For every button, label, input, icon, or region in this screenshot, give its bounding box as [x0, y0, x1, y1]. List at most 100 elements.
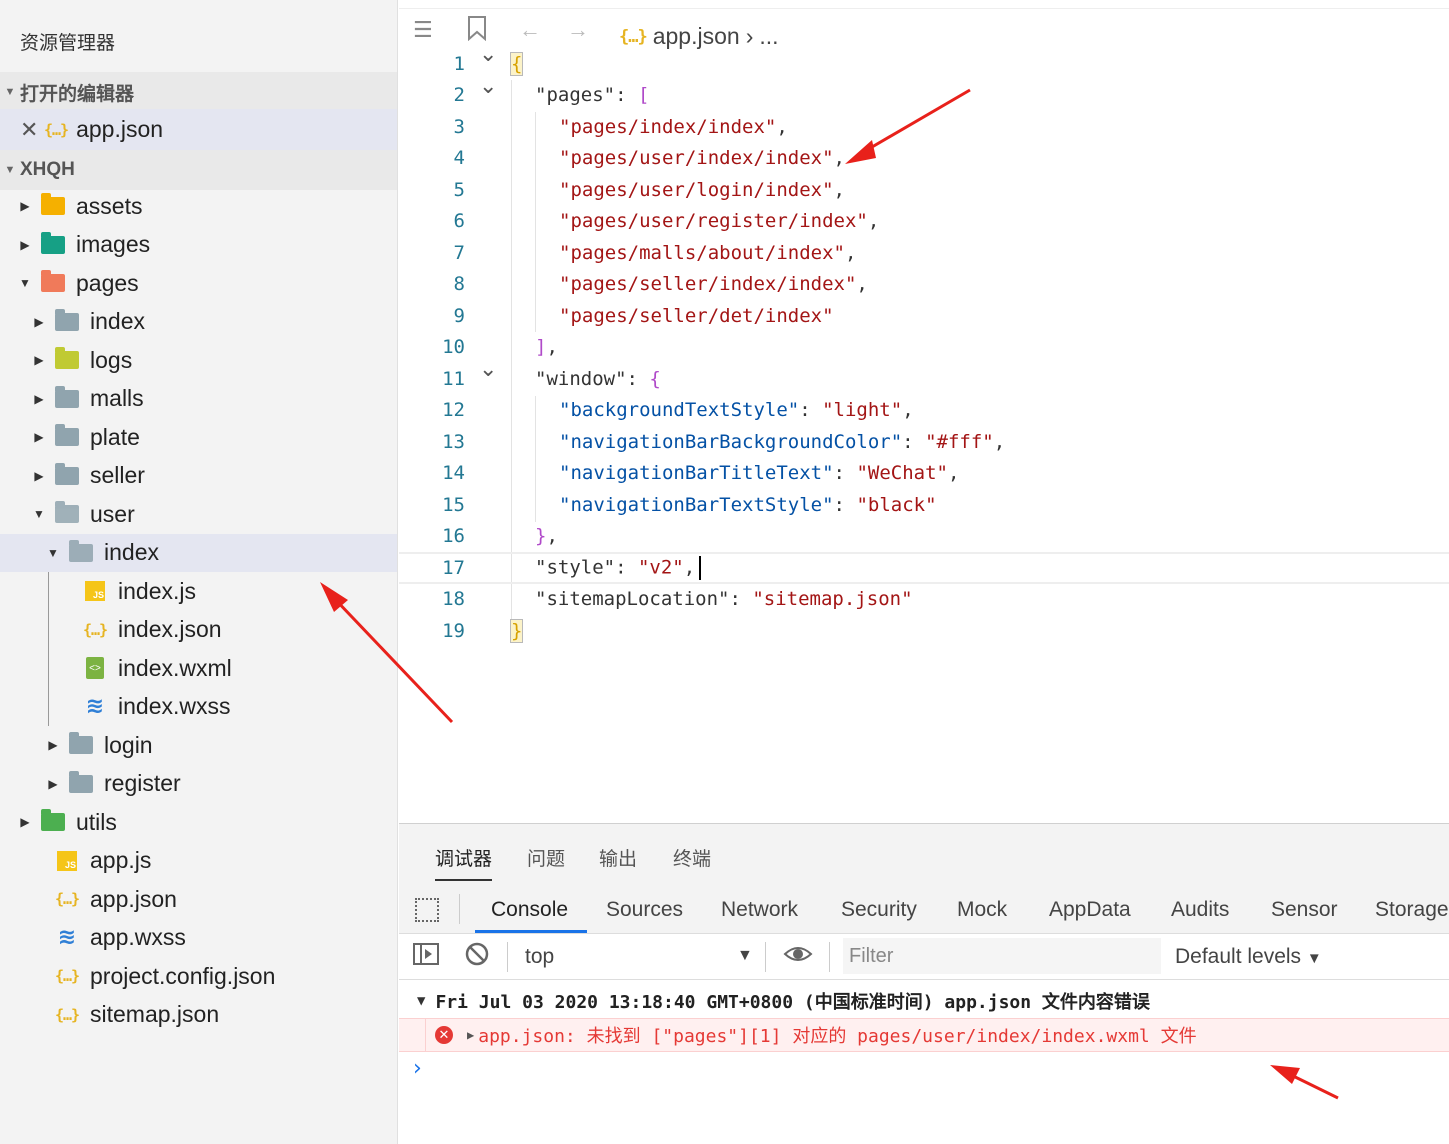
window-prop-value: "light": [822, 399, 903, 422]
tree-item-label: app.js: [90, 847, 152, 873]
file-item[interactable]: ≋ index.wxss: [0, 688, 397, 726]
tab-problems[interactable]: 问题: [527, 844, 565, 871]
caret-down-icon[interactable]: ▼: [18, 276, 32, 290]
caret-right-icon[interactable]: ▶: [18, 815, 32, 829]
tab-network[interactable]: Network: [721, 898, 798, 922]
caret-right-icon[interactable]: ▶: [32, 315, 46, 329]
style-key: "style": [535, 556, 616, 579]
caret-down-icon[interactable]: ▼: [46, 546, 60, 560]
back-arrow-icon[interactable]: ←: [519, 17, 541, 43]
tab-security[interactable]: Security: [841, 898, 917, 922]
file-item[interactable]: {…} project.config.json: [0, 957, 397, 995]
window-prop-value: "black": [856, 493, 937, 516]
caret-down-icon[interactable]: ▼: [417, 993, 425, 1009]
context-select[interactable]: top: [525, 945, 554, 969]
tab-audits[interactable]: Audits: [1171, 898, 1229, 922]
clear-console-icon[interactable]: [465, 942, 489, 972]
caret-right-icon[interactable]: ▶: [18, 199, 32, 213]
caret-right-icon[interactable]: ▶: [46, 777, 60, 791]
folder-icon: [68, 770, 94, 795]
close-brace: }: [509, 618, 524, 643]
tab-terminal[interactable]: 终端: [673, 844, 711, 871]
open-editor-item[interactable]: ✕ {…} app.json: [0, 109, 397, 150]
project-section[interactable]: ▼ XHQH: [0, 150, 397, 190]
file-item[interactable]: {…} index.json: [0, 611, 397, 649]
breadcrumb[interactable]: {…} app.json › ...: [619, 23, 779, 50]
error-icon: ✕: [435, 1026, 453, 1044]
caret-right-icon[interactable]: ▶: [32, 353, 46, 367]
editor-toolbar: ☰ ← → {…} app.json › ...: [399, 8, 1449, 52]
folder-item[interactable]: ▼ user: [0, 495, 397, 533]
folder-item[interactable]: ▶ register: [0, 765, 397, 803]
folder-item[interactable]: ▶ plate: [0, 418, 397, 456]
console-group-message[interactable]: ▼ Fri Jul 03 2020 13:18:40 GMT+0800 (中国标…: [399, 984, 1449, 1018]
tab-sources[interactable]: Sources: [606, 898, 683, 922]
levels-select[interactable]: Default levels ▼: [1175, 945, 1322, 969]
folder-item[interactable]: ▶ images: [0, 226, 397, 264]
tab-debugger[interactable]: 调试器: [435, 844, 493, 881]
file-item[interactable]: JS index.js: [0, 572, 397, 610]
caret-right-icon[interactable]: ▶: [467, 1028, 474, 1042]
devtools-tabs: Console Sources Network Security Mock Ap…: [399, 884, 1449, 934]
page-path: "pages/malls/about/index": [559, 241, 845, 264]
breadcrumb-more[interactable]: ...: [759, 23, 778, 50]
folder-icon: [40, 809, 66, 833]
file-item[interactable]: <> index.wxml: [0, 649, 397, 687]
bottom-panel: 调试器 问题 输出 终端 Console Sources Network Sec…: [399, 823, 1449, 1144]
caret-down-icon[interactable]: ▼: [32, 507, 46, 521]
file-item[interactable]: {…} app.json: [0, 880, 397, 918]
forward-arrow-icon[interactable]: →: [567, 17, 589, 43]
list-icon[interactable]: ☰: [413, 17, 433, 43]
tab-storage[interactable]: Storage: [1375, 898, 1449, 922]
tree-item-label: index.json: [118, 616, 222, 642]
tab-sensor[interactable]: Sensor: [1271, 898, 1338, 922]
file-item[interactable]: ≋ app.wxss: [0, 919, 397, 957]
open-editors-section[interactable]: ▼ 打开的编辑器: [0, 72, 397, 112]
tab-output[interactable]: 输出: [599, 844, 637, 871]
folder-item[interactable]: ▶ logs: [0, 341, 397, 379]
folder-item[interactable]: ▼ pages: [0, 264, 397, 302]
folder-item[interactable]: ▶ seller: [0, 457, 397, 495]
tab-mock[interactable]: Mock: [957, 898, 1007, 922]
caret-right-icon[interactable]: ▶: [32, 430, 46, 444]
tab-appdata[interactable]: AppData: [1049, 898, 1131, 922]
caret-right-icon[interactable]: ▶: [46, 738, 60, 752]
code-line: "sitemapLocation": "sitemap.json": [535, 588, 913, 611]
console-error-message[interactable]: ✕ ▶ app.json: 未找到 ["pages"][1] 对应的 pages…: [399, 1018, 1449, 1052]
filter-input[interactable]: Filter: [843, 938, 1161, 974]
eye-icon[interactable]: [783, 942, 813, 972]
json-file-icon: {…}: [82, 620, 108, 639]
sidebar-toggle-icon[interactable]: [413, 942, 439, 972]
close-icon[interactable]: ✕: [20, 117, 42, 143]
code-line: "pages/user/login/index",: [559, 178, 845, 201]
code-editor[interactable]: ☰ ← → {…} app.json › ... 1 ⌄ 2 ⌄ 3 4 5 6 7 8 9 10 11…: [399, 0, 1449, 822]
folder-shape: [55, 424, 79, 446]
caret-right-icon[interactable]: ▶: [18, 238, 32, 252]
comma: ,: [902, 399, 914, 422]
tree-item-label: index.js: [118, 577, 196, 604]
breadcrumb-file[interactable]: app.json: [653, 23, 740, 50]
caret-right-icon[interactable]: ▶: [32, 392, 46, 406]
console-prompt-icon[interactable]: ›: [413, 1056, 422, 1081]
dropdown-arrow-icon: ▼: [1306, 950, 1322, 967]
folder-shape: [41, 193, 65, 215]
folder-item[interactable]: ▶ utils: [0, 803, 397, 841]
folder-item[interactable]: ▶ assets: [0, 187, 397, 225]
folder-icon: [54, 424, 80, 448]
folder-shape: [41, 809, 65, 831]
folder-icon: [40, 231, 66, 256]
inspect-icon[interactable]: [415, 898, 439, 922]
folder-icon: [54, 385, 80, 410]
folder-item[interactable]: ▶ index: [0, 303, 397, 341]
code-line: "pages/seller/det/index": [399, 300, 1449, 332]
file-item[interactable]: {…} sitemap.json: [0, 996, 397, 1034]
folder-item[interactable]: ▼ index: [0, 533, 397, 572]
folder-item[interactable]: ▶ malls: [0, 380, 397, 418]
js-file-icon: JS: [54, 850, 80, 872]
tab-console[interactable]: Console: [491, 898, 568, 922]
folder-shape: [69, 732, 93, 754]
file-item[interactable]: JS app.js: [0, 842, 397, 880]
caret-right-icon[interactable]: ▶: [32, 469, 46, 483]
folder-item[interactable]: ▶ login: [0, 726, 397, 764]
dropdown-arrow-icon[interactable]: ▼: [737, 947, 753, 965]
